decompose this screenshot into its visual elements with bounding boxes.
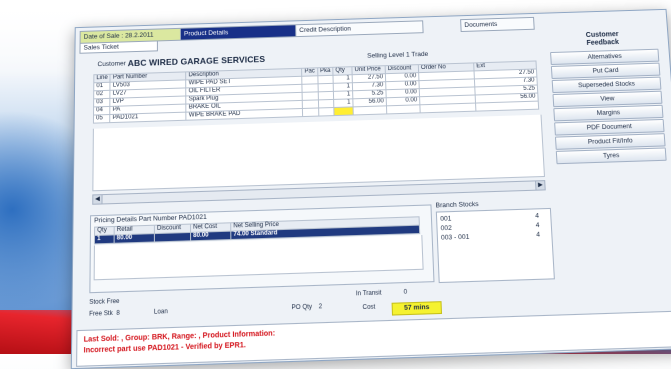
pricing-details-panel: Pricing Details Part Number PAD1021 Qty … [89,204,435,294]
info-line-1: Last Sold: , Group: BRK, Range: , Produc… [83,330,276,344]
branch-qty: 4 [535,221,540,230]
po-qty-label: PO Qty [291,304,313,312]
tyres-button[interactable]: Tyres [555,147,667,165]
in-transit-value: 0 [403,289,408,296]
unit-price-cell [353,105,387,115]
pka-cell [318,107,335,117]
sidebar-title: Customer Feedback [543,30,662,50]
qty-cell [333,106,354,116]
branch-name: 002 [440,224,452,233]
pricing-discount [154,232,191,242]
branch-stocks-title: Branch Stocks [435,200,479,210]
po-qty-value: 2 [318,303,323,311]
customer-name[interactable]: ABC WIRED GARAGE SERVICES [128,54,265,68]
ext-cell [475,101,539,112]
pricing-retail: 80.00 [114,233,155,244]
info-line-2: Incorrect part use PAD1021 - Verified by… [83,341,246,355]
line-cell: 05 [93,114,111,124]
product-info-box: Last Sold: , Group: BRK, Range: , Produc… [76,310,671,367]
tab-documents[interactable]: Documents [460,16,535,33]
action-sidebar: Customer Feedback Alternatives Put Card … [543,30,667,165]
loan-label: Loan [153,308,168,316]
pricing-qty: 1 [94,234,115,244]
branch-name: 001 [440,215,452,223]
in-transit-label: In Transit [355,290,382,298]
scroll-left-icon[interactable]: ◀ [93,195,103,204]
stock-free-label: Stock Free [89,298,120,307]
pac-cell [302,107,319,117]
free-stock-label: Free Stk [89,310,113,318]
tab-product-details[interactable]: Product Details [179,24,299,41]
sales-window: Date of Sale : 28.2.2011 Product Details… [70,8,671,369]
order-table-empty-area[interactable] [92,114,546,192]
selling-level: Selling Level 1 Trade [367,50,429,60]
order-lines-table: Line Part Number Description Pac Pka Qty… [92,60,540,124]
pricing-net-cost: 80.00 [190,231,231,241]
order-no-cell [419,103,476,113]
free-stock-value: 8 [116,310,120,317]
scroll-right-icon[interactable]: ▶ [535,181,545,190]
branch-qty: 4 [536,231,541,239]
branch-stocks-panel: Branch Stocks 001 4 002 4 003 - 001 4 [435,199,555,285]
cost-value: 57 mins [391,301,443,316]
discount-cell [386,104,421,114]
app-window-perspective: Date of Sale : 28.2.2011 Product Details… [70,8,671,369]
part-number-cell: PAD1021 [110,112,187,123]
cost-label: Cost [362,304,376,312]
tab-credit-description[interactable]: Credit Description [295,20,424,38]
customer-label: Customer [97,60,126,69]
branch-qty: 4 [535,212,540,220]
branch-name: 003 - 001 [440,233,470,242]
branch-stocks-list[interactable]: 001 4 002 4 003 - 001 4 [435,207,555,284]
tab-sales-ticket[interactable]: Sales Ticket [79,40,158,54]
